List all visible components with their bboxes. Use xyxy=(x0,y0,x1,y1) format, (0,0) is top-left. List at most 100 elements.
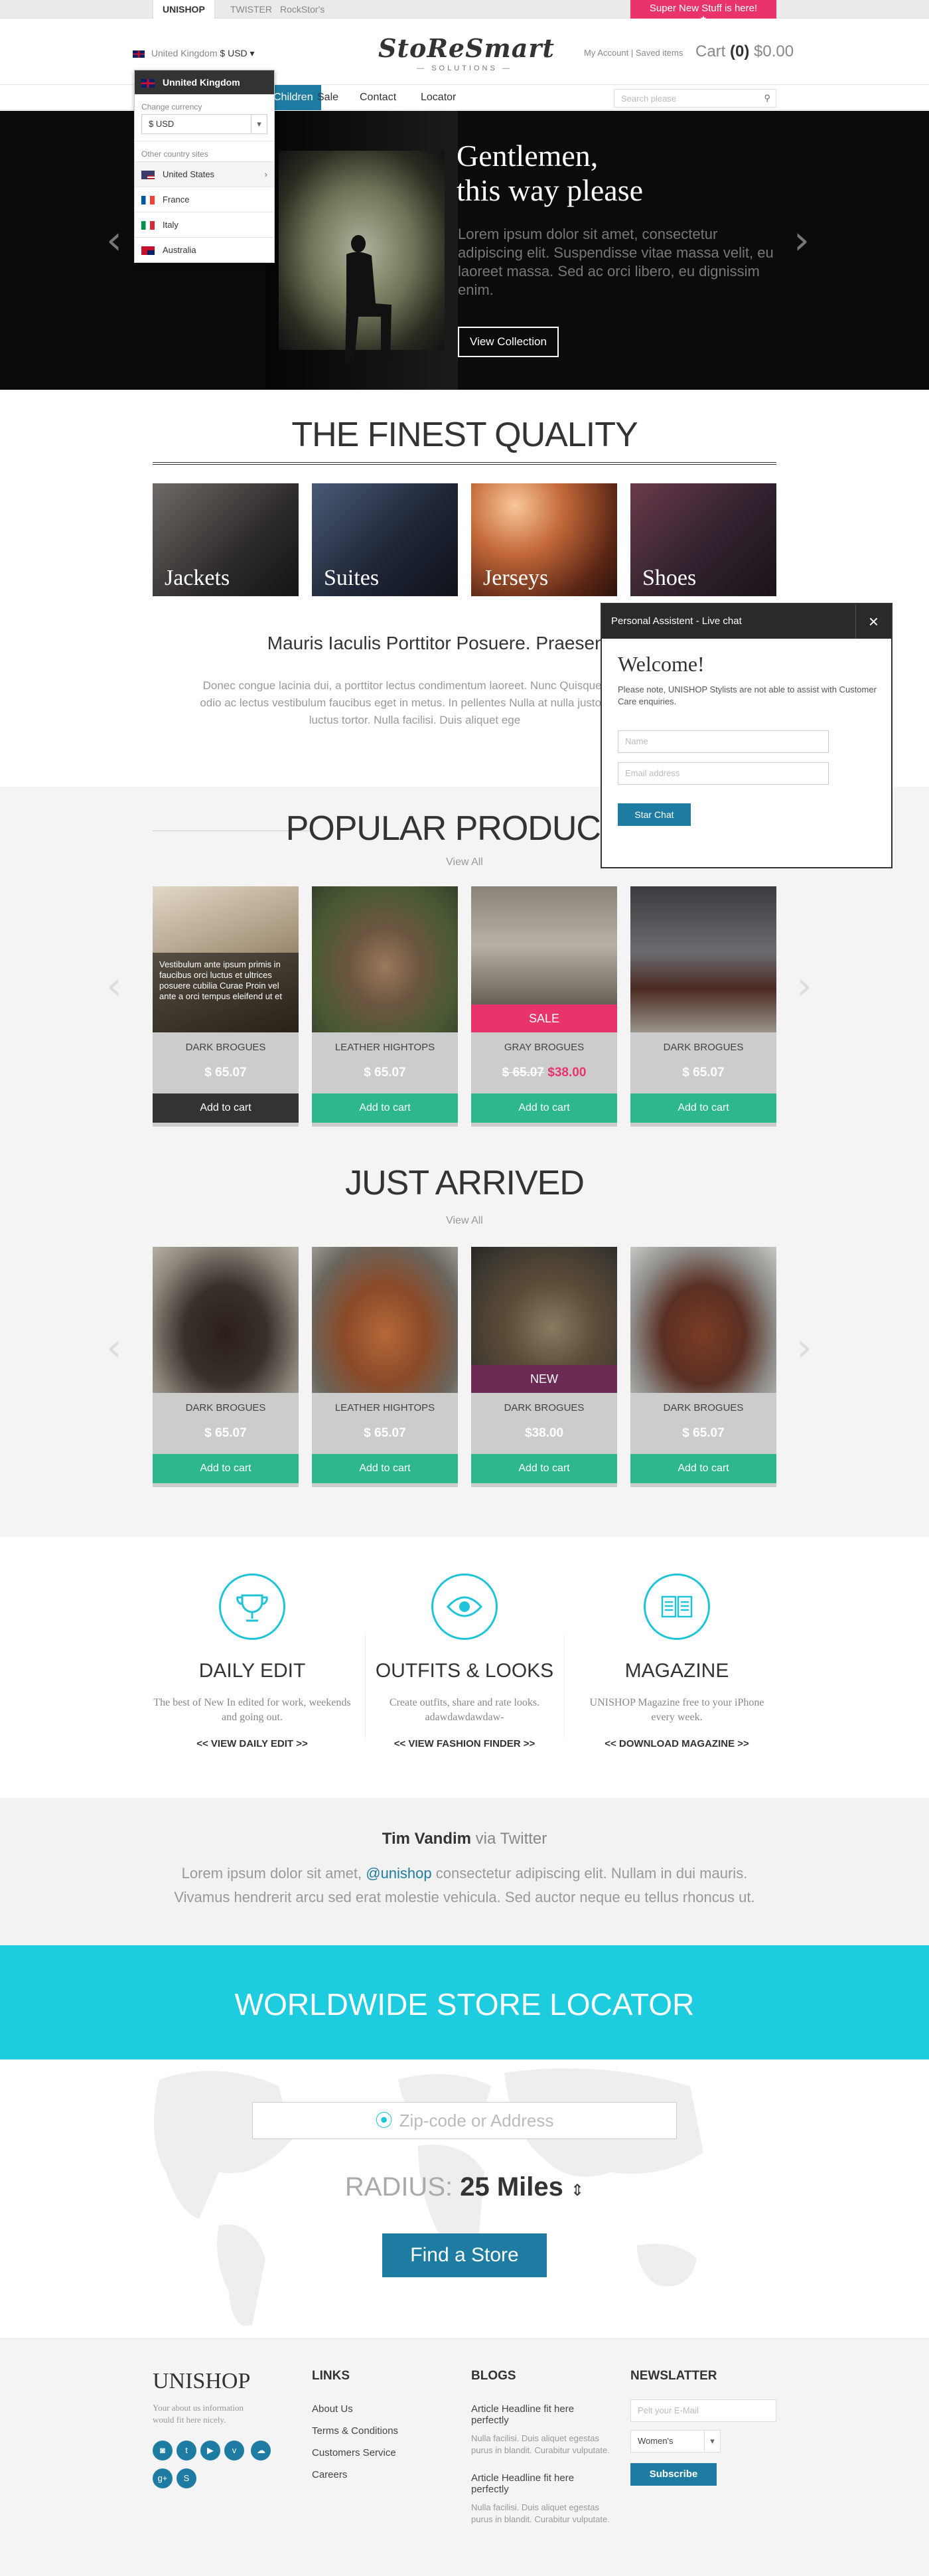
product-card[interactable]: Vestibulum ante ipsum primis in faucibus… xyxy=(153,886,299,1127)
nav-contact[interactable]: Contact xyxy=(352,85,404,110)
my-account-link[interactable]: My Account xyxy=(584,48,628,58)
product-name: DARK BROGUES xyxy=(504,1402,585,1413)
country-option-italy[interactable]: Italy xyxy=(135,212,274,237)
blog-headline-link[interactable]: Article Headline fit here perfectly xyxy=(471,2472,610,2495)
arrived-next-arrow[interactable]: › xyxy=(796,1325,812,1371)
add-to-cart-button[interactable]: Add to cart xyxy=(471,1454,617,1483)
blog-headline-link[interactable]: Article Headline fit here perfectly xyxy=(471,2403,610,2426)
twitter-handle-link[interactable]: @unishop xyxy=(366,1865,431,1882)
hero-prev-arrow[interactable]: ‹ xyxy=(106,217,122,264)
add-to-cart-button[interactable]: Add to cart xyxy=(153,1454,299,1483)
product-hover-overlay: Vestibulum ante ipsum primis in faucibus… xyxy=(153,953,299,1032)
instagram-icon[interactable]: ◙ xyxy=(153,2441,173,2460)
logo-subtitle: — SOLUTIONS — xyxy=(417,64,512,72)
start-chat-button[interactable]: Star Chat xyxy=(618,803,691,826)
search-input[interactable]: Search please ⚲ xyxy=(614,89,776,108)
zip-code-input[interactable]: ⦿ Zip-code or Address xyxy=(252,2102,677,2139)
country-selector[interactable]: United Kingdom $ USD ▾ xyxy=(133,48,255,59)
add-to-cart-button[interactable]: Add to cart xyxy=(153,1093,299,1123)
product-image[interactable] xyxy=(630,886,776,1032)
close-icon[interactable]: × xyxy=(855,604,891,639)
download-magazine-link[interactable]: << DOWNLOAD MAGAZINE >> xyxy=(577,1738,776,1749)
arrived-view-all[interactable]: View All xyxy=(0,1215,929,1227)
hero-next-arrow[interactable]: › xyxy=(794,217,810,264)
product-name: DARK BROGUES xyxy=(185,1402,266,1413)
country-option-australia[interactable]: Australia xyxy=(135,237,274,262)
feature-title: MAGAZINE xyxy=(624,1660,729,1682)
view-fashion-finder-link[interactable]: << VIEW FASHION FINDER >> xyxy=(365,1738,564,1749)
product-card[interactable]: LEATHER HIGHTOPS $ 65.07 Add to cart xyxy=(312,1247,458,1487)
newsletter-gender-select[interactable]: Women's ▾ xyxy=(630,2430,721,2453)
soundcloud-icon[interactable]: ☁ xyxy=(251,2441,271,2460)
product-price: $ 65.07 $38.00 xyxy=(471,1066,617,1080)
category-jackets[interactable]: Jackets xyxy=(153,483,299,596)
product-card[interactable]: NEW DARK BROGUES $38.00 Add to cart xyxy=(471,1247,617,1487)
saved-items-link[interactable]: Saved items xyxy=(636,48,683,58)
product-image[interactable] xyxy=(312,886,458,1032)
footer-link-about[interactable]: About Us xyxy=(312,2403,398,2415)
currency-select-value: $ USD xyxy=(149,119,175,129)
currency-select[interactable]: $ USD ▾ xyxy=(141,114,267,134)
add-to-cart-button[interactable]: Add to cart xyxy=(471,1093,617,1123)
chat-name-input[interactable]: Name xyxy=(618,730,829,753)
category-shoes[interactable]: Shoes xyxy=(630,483,776,596)
view-collection-button[interactable]: View Collection xyxy=(458,327,559,357)
product-image[interactable] xyxy=(153,1247,299,1393)
twitter-icon[interactable]: t xyxy=(177,2441,196,2460)
add-to-cart-button[interactable]: Add to cart xyxy=(630,1454,776,1483)
store-locator-title: WORLDWIDE STORE LOCATOR xyxy=(234,1987,695,2022)
site-tab-rockstors[interactable]: RockStor's xyxy=(271,0,334,19)
product-card[interactable]: SALE GRAY BROGUES $ 65.07 $38.00 Add to … xyxy=(471,886,617,1127)
nav-locator[interactable]: Locator xyxy=(413,85,464,110)
skype-icon[interactable]: S xyxy=(177,2468,196,2488)
radius-selector[interactable]: RADIUS: 25 Miles ⇕ xyxy=(0,2172,929,2202)
product-card[interactable]: DARK BROGUES $ 65.07 Add to cart xyxy=(153,1247,299,1487)
book-icon[interactable] xyxy=(644,1573,710,1640)
country-option-france[interactable]: France xyxy=(135,187,274,212)
category-suites[interactable]: Suites xyxy=(312,483,458,596)
product-card[interactable]: DARK BROGUES $ 65.07 Add to cart xyxy=(630,1247,776,1487)
nav-sale[interactable]: Sale xyxy=(309,85,346,110)
product-image[interactable] xyxy=(630,1247,776,1393)
hero-title-line2: this way please xyxy=(457,173,644,207)
feature-daily-edit: DAILY EDIT The best of New In edited for… xyxy=(153,1573,352,1749)
footer-link-careers[interactable]: Careers xyxy=(312,2469,398,2480)
google-plus-icon[interactable]: g+ xyxy=(153,2468,173,2488)
find-store-button[interactable]: Find a Store xyxy=(382,2233,547,2277)
chat-email-input[interactable]: Email address xyxy=(618,762,829,785)
add-to-cart-button[interactable]: Add to cart xyxy=(312,1093,458,1123)
newsletter-email-input[interactable]: Pelt your E-Mail xyxy=(630,2399,776,2422)
sale-badge: SALE xyxy=(471,1005,617,1032)
cart-link[interactable]: Cart (0) $0.00 xyxy=(695,42,794,61)
logo[interactable]: StoReSmart — SOLUTIONS — xyxy=(378,33,554,72)
eye-icon[interactable] xyxy=(431,1573,498,1640)
old-price: $ 65.07 xyxy=(502,1066,544,1080)
add-to-cart-button[interactable]: Add to cart xyxy=(312,1454,458,1483)
tweet-author-name[interactable]: Tim Vandim xyxy=(382,1830,471,1848)
search-icon[interactable]: ⚲ xyxy=(764,93,770,104)
currency-value: $ USD xyxy=(220,48,248,58)
category-jerseys[interactable]: Jerseys xyxy=(471,483,617,596)
site-tab-unishop[interactable]: UNISHOP xyxy=(153,0,215,19)
add-to-cart-button[interactable]: Add to cart xyxy=(630,1093,776,1123)
trophy-icon[interactable] xyxy=(219,1573,285,1640)
footer-link-customer-service[interactable]: Customers Service xyxy=(312,2447,398,2458)
subscribe-button[interactable]: Subscribe xyxy=(630,2463,717,2486)
footer-blogs-title: BLOGS xyxy=(471,2369,516,2383)
popular-next-arrow[interactable]: › xyxy=(796,963,812,1009)
product-card[interactable]: LEATHER HIGHTOPS $ 65.07 Add to cart xyxy=(312,886,458,1127)
quality-body: Donec congue lacinia dui, a porttitor le… xyxy=(200,679,630,726)
product-card[interactable]: DARK BROGUES $ 65.07 Add to cart xyxy=(630,886,776,1127)
view-daily-edit-link[interactable]: << VIEW DAILY EDIT >> xyxy=(153,1738,352,1749)
country-option-us[interactable]: United States › xyxy=(135,161,274,187)
footer-link-terms[interactable]: Terms & Conditions xyxy=(312,2425,398,2437)
dropdown-selected-country[interactable]: Unnited Kingdom xyxy=(135,70,274,94)
footer-logo[interactable]: UNISHOP xyxy=(153,2369,285,2394)
country-option-label: Australia xyxy=(163,245,196,255)
arrived-prev-arrow[interactable]: ‹ xyxy=(106,1325,122,1371)
youtube-icon[interactable]: ▶ xyxy=(200,2441,220,2460)
caret-down-icon: ▾ xyxy=(250,48,255,58)
vimeo-icon[interactable]: v xyxy=(224,2441,244,2460)
popular-prev-arrow[interactable]: ‹ xyxy=(106,963,122,1009)
product-image[interactable] xyxy=(312,1247,458,1393)
